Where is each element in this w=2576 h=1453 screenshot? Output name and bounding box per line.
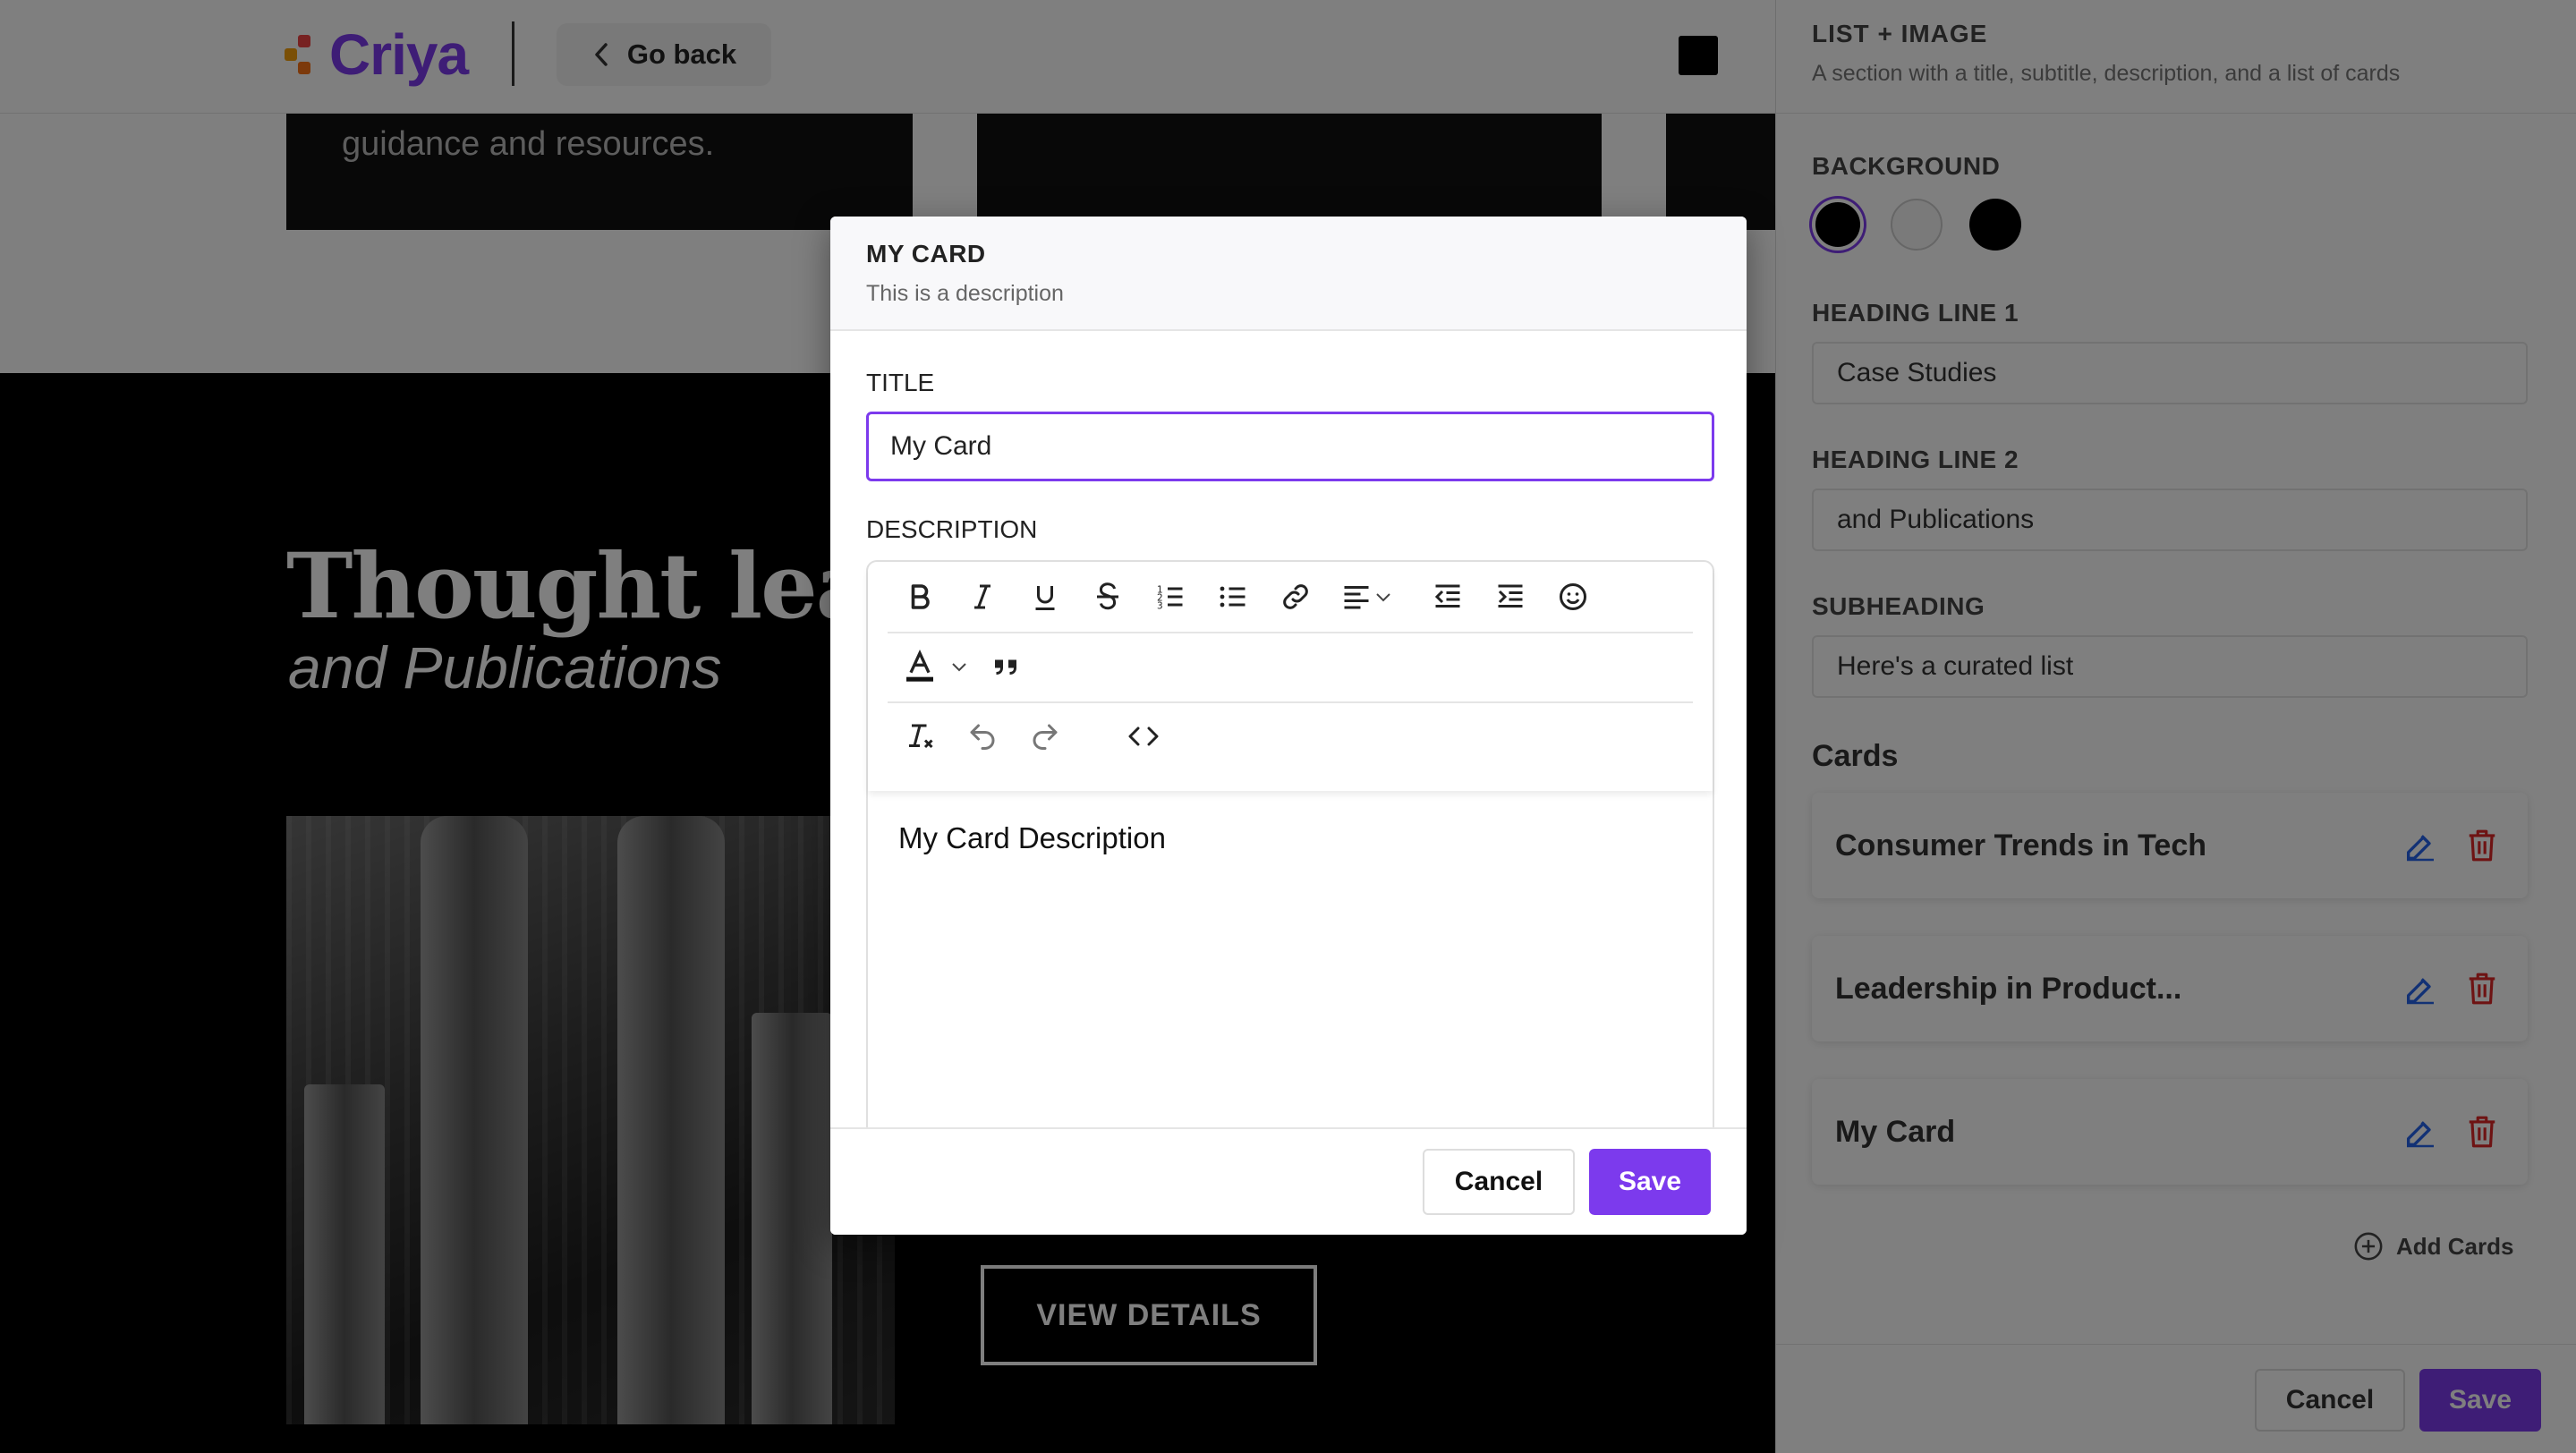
redo-icon[interactable] (1027, 718, 1063, 754)
modal-header: MY CARD This is a description (830, 217, 1747, 331)
ordered-list-icon[interactable]: 123 (1152, 579, 1188, 615)
modal-save-button[interactable]: Save (1589, 1149, 1711, 1215)
edit-card-modal: MY CARD This is a description TITLE DESC… (830, 217, 1747, 1235)
panel-backdrop[interactable] (1775, 0, 2576, 1453)
text-color-icon[interactable] (902, 649, 982, 684)
bold-icon[interactable] (902, 579, 938, 615)
title-label: TITLE (866, 369, 935, 396)
modal-title: MY CARD (866, 240, 986, 268)
chevron-down-icon (1376, 593, 1390, 602)
editor-toolbar: 123 (868, 562, 1713, 791)
undo-icon[interactable] (965, 718, 1000, 754)
code-icon[interactable] (1126, 718, 1161, 754)
svg-text:3: 3 (1157, 601, 1163, 612)
bullet-list-icon[interactable] (1215, 579, 1251, 615)
toolbar-row: 123 (888, 562, 1693, 633)
modal-description: This is a description (866, 281, 1064, 306)
clear-format-icon[interactable] (902, 718, 938, 754)
underline-icon[interactable] (1027, 579, 1063, 615)
outdent-icon[interactable] (1430, 579, 1466, 615)
blockquote-icon[interactable] (988, 649, 1024, 684)
title-input[interactable] (866, 412, 1714, 481)
emoji-icon[interactable] (1555, 579, 1591, 615)
toolbar-row (888, 701, 1693, 771)
italic-icon[interactable] (965, 579, 1000, 615)
description-label: DESCRIPTION (866, 515, 1038, 543)
toolbar-row (888, 632, 1693, 703)
link-icon[interactable] (1278, 579, 1314, 615)
editor-content[interactable]: My Card Description (898, 821, 1166, 855)
align-left-icon[interactable] (1340, 579, 1403, 615)
modal-cancel-button[interactable]: Cancel (1423, 1149, 1575, 1215)
indent-icon[interactable] (1492, 579, 1528, 615)
chevron-down-icon (952, 663, 966, 672)
strikethrough-icon[interactable] (1090, 579, 1126, 615)
